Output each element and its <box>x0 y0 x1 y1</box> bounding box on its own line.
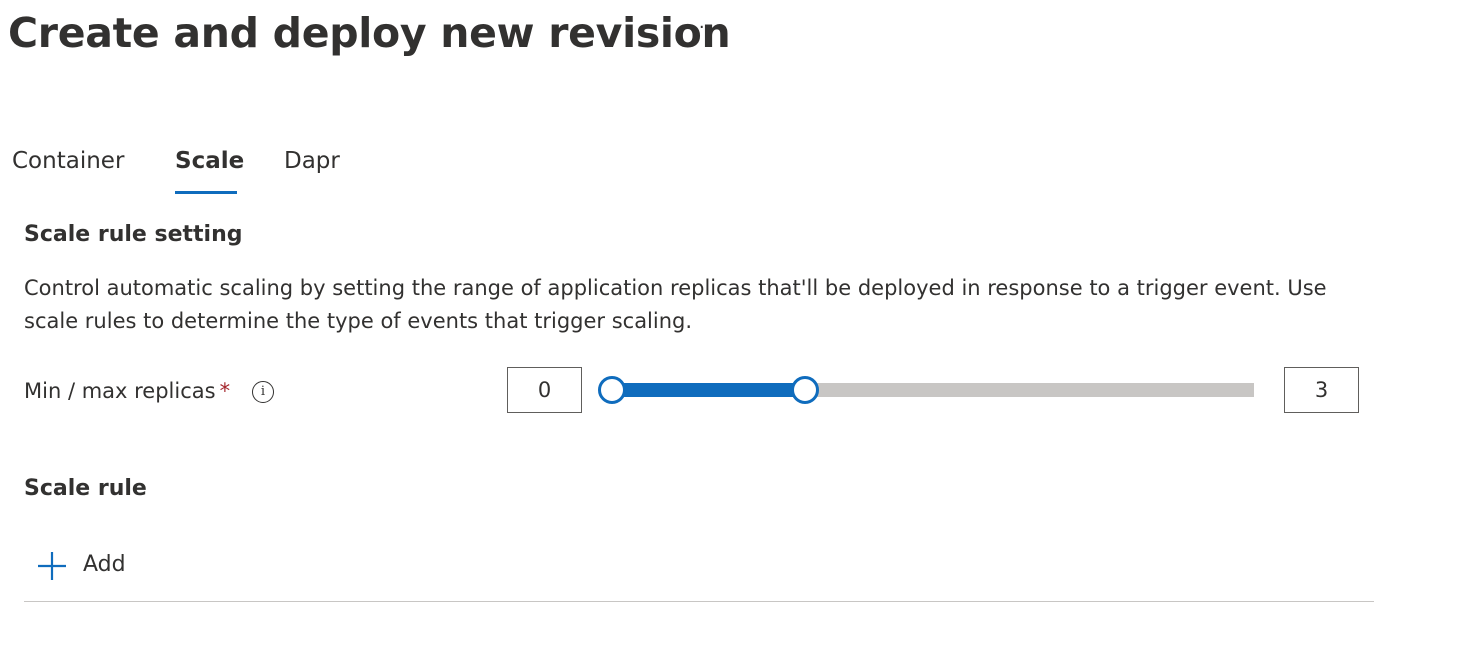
scale-rule-setting-heading: Scale rule setting <box>24 222 243 247</box>
page-title: Create and deploy new revision <box>8 9 731 57</box>
tab-scale[interactable]: Scale <box>175 140 244 182</box>
tab-container[interactable]: Container <box>12 140 124 182</box>
max-replicas-input[interactable]: 3 <box>1284 367 1359 413</box>
info-icon[interactable]: i <box>252 381 274 403</box>
slider-fill <box>612 383 805 397</box>
create-revision-page: Create and deploy new revision ··· Conta… <box>0 0 1458 659</box>
scale-description: Control automatic scaling by setting the… <box>24 276 1327 333</box>
min-replicas-input[interactable]: 0 <box>507 367 582 413</box>
divider <box>24 601 1374 602</box>
more-options-button[interactable]: ··· <box>690 18 728 46</box>
replicas-label-text: Min / max replicas <box>24 379 216 403</box>
add-label: Add <box>83 552 126 577</box>
required-marker: * <box>219 379 231 403</box>
scale-rule-heading: Scale rule <box>24 476 147 501</box>
replicas-range-slider[interactable] <box>598 376 1254 404</box>
replicas-label: Min / max replicas * <box>24 374 230 408</box>
slider-min-thumb[interactable] <box>598 376 626 404</box>
slider-max-thumb[interactable] <box>790 376 819 404</box>
tab-dapr[interactable]: Dapr <box>284 140 340 182</box>
plus-icon <box>38 552 66 580</box>
active-tab-indicator <box>175 191 237 194</box>
